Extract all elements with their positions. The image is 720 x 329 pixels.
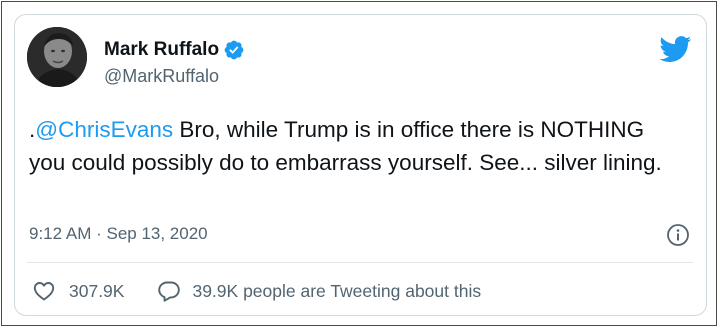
like-count: 307.9K [69, 280, 125, 301]
verified-badge-icon [223, 39, 245, 61]
tweeting-count: 39.9K people are Tweeting about this [192, 280, 482, 301]
speech-bubble-icon [158, 281, 181, 302]
tweet-actions: 307.9K 39.9K people are Tweeting about t… [32, 276, 481, 306]
user-handle[interactable]: @MarkRuffalo [104, 66, 219, 87]
info-icon[interactable] [666, 223, 690, 247]
tweet-timestamp[interactable]: 9:12 AM · Sep 13, 2020 [29, 224, 208, 244]
name-row: Mark Ruffalo [104, 38, 245, 62]
conversation-button[interactable]: 39.9K people are Tweeting about this [157, 279, 481, 303]
tweet-text: .@ChrisEvans Bro, while Trump is in offi… [29, 113, 679, 179]
avatar[interactable] [27, 27, 87, 87]
profile-photo [27, 27, 87, 87]
display-name[interactable]: Mark Ruffalo [104, 39, 219, 61]
twitter-bird-icon[interactable] [659, 36, 692, 63]
like-button[interactable]: 307.9K [32, 279, 124, 303]
divider [27, 262, 693, 263]
mention-link[interactable]: @ChrisEvans [35, 117, 173, 142]
heart-icon [33, 282, 55, 301]
